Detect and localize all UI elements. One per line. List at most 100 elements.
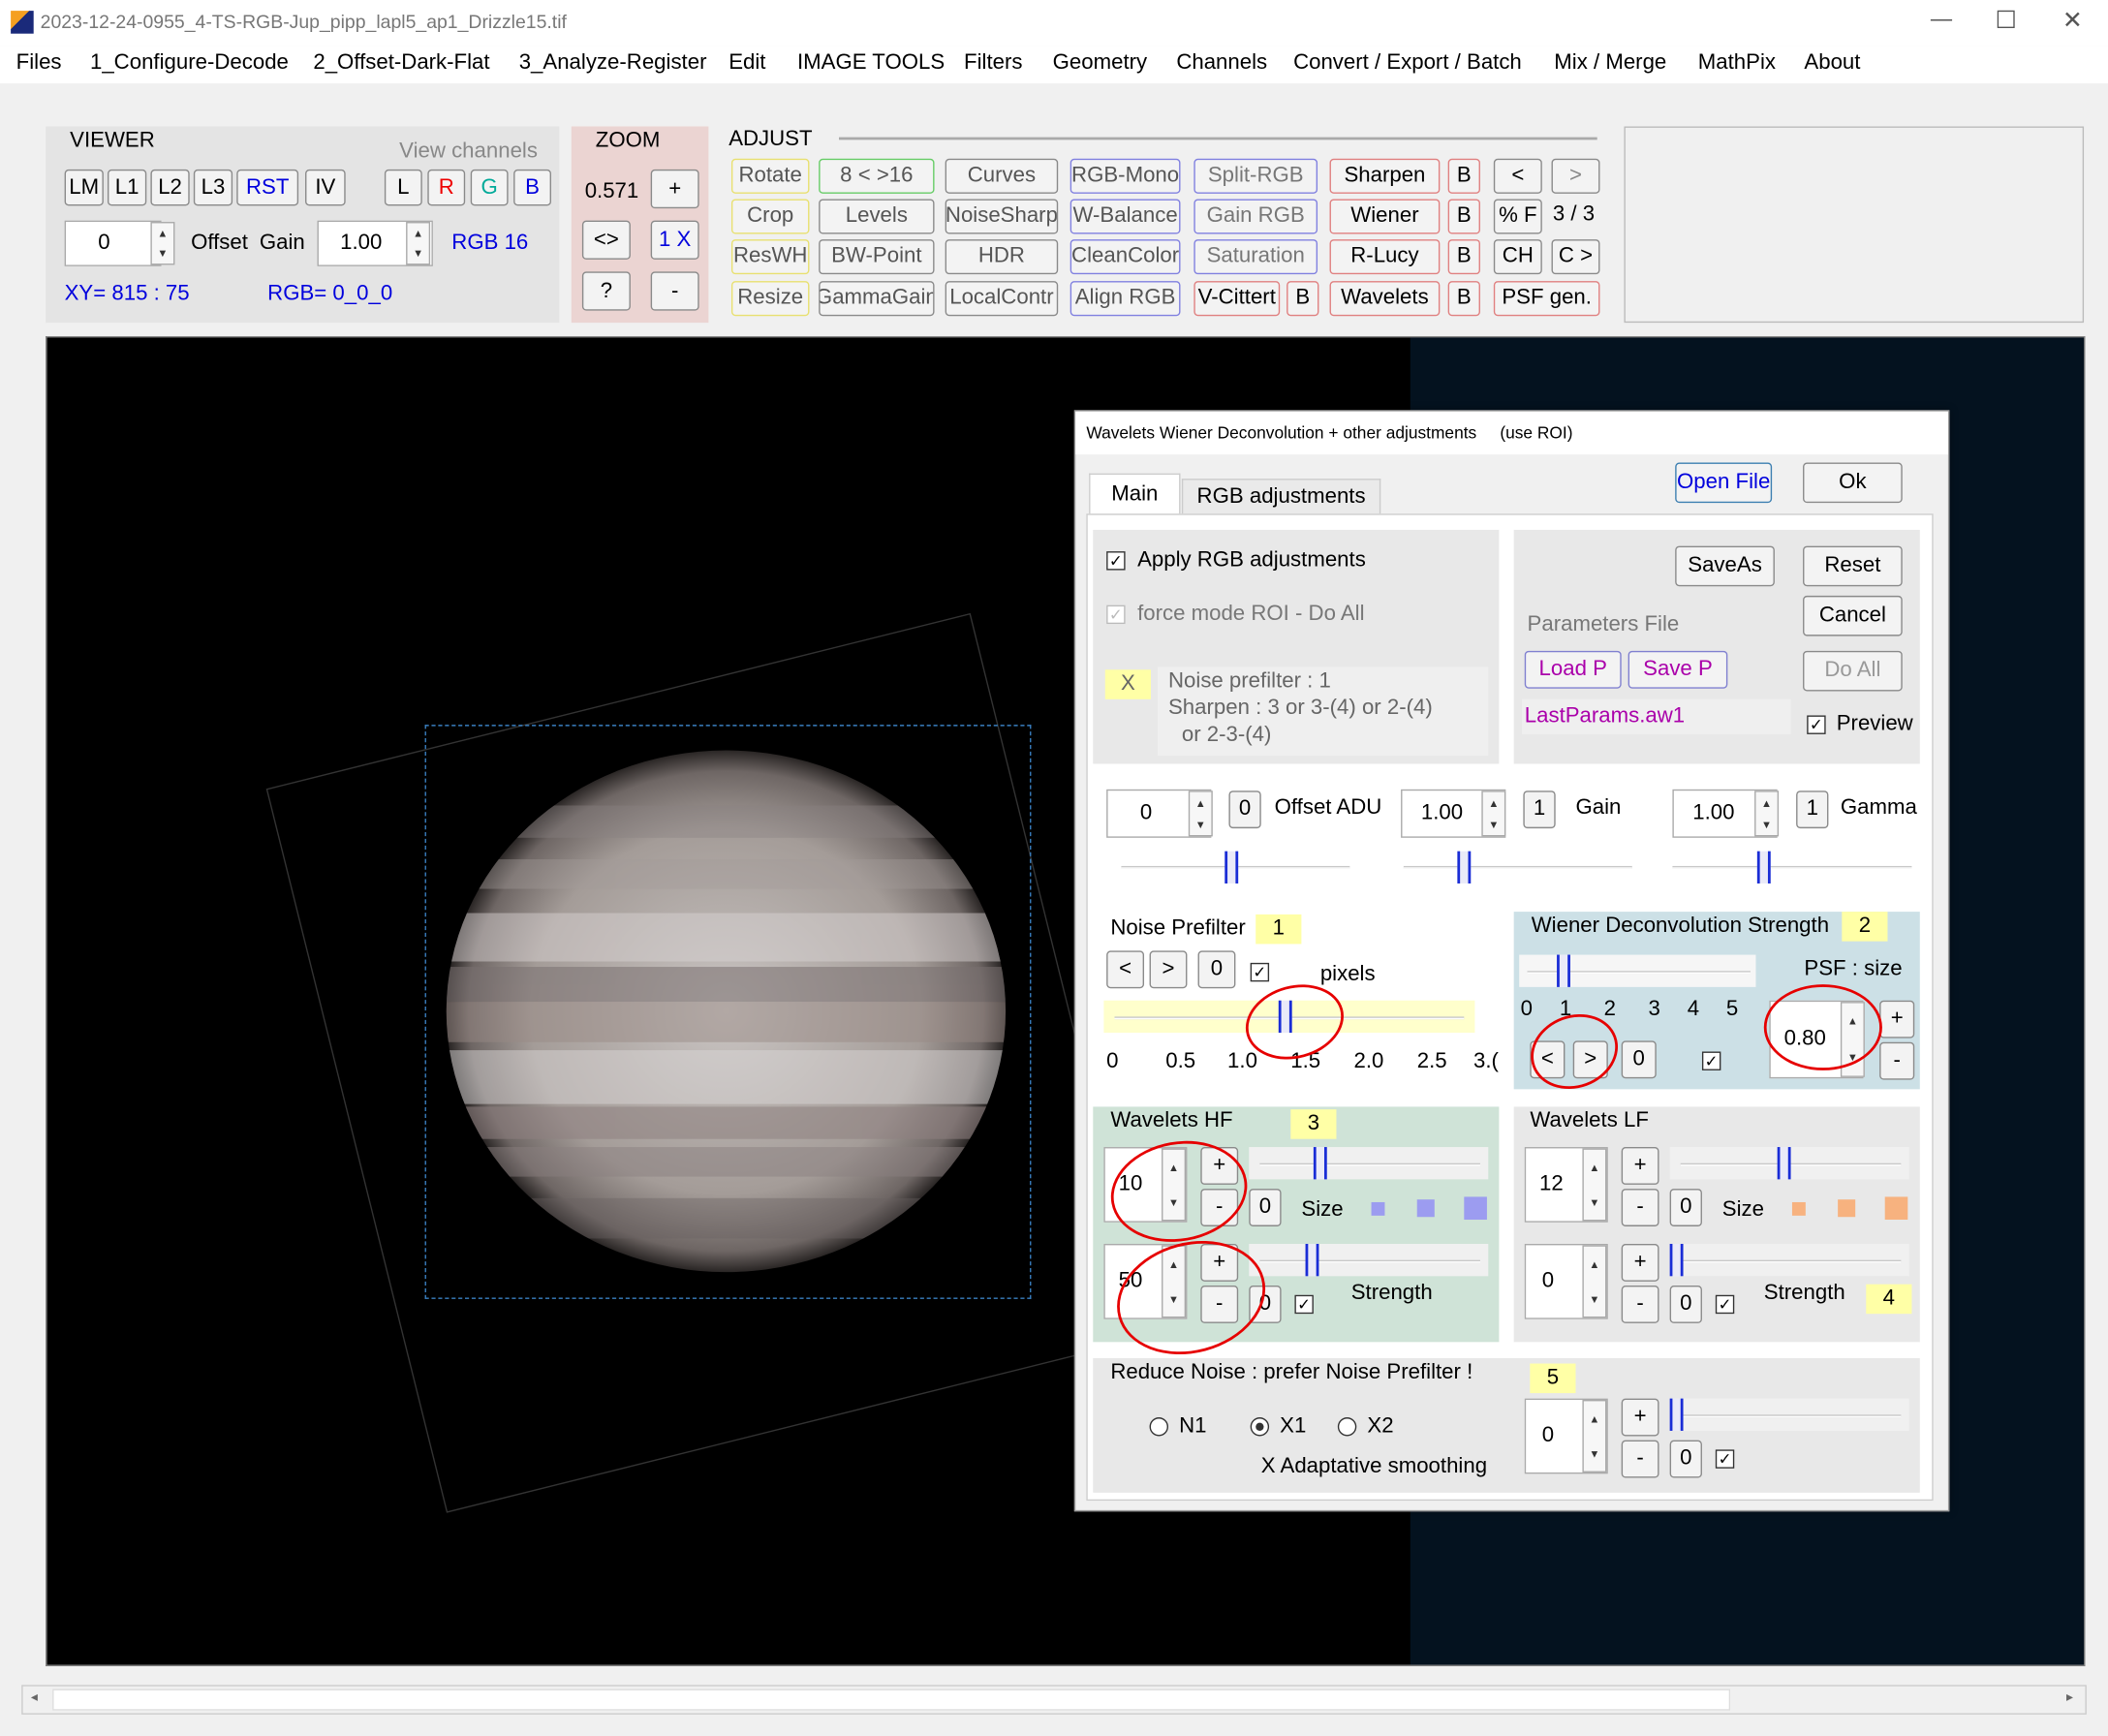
- reset-button[interactable]: Reset: [1803, 545, 1903, 587]
- saturation-button[interactable]: Saturation: [1194, 239, 1318, 275]
- l2-button[interactable]: L2: [150, 169, 190, 206]
- gamma-spinner[interactable]: ▲ ▼: [1754, 790, 1780, 837]
- bw-point-button[interactable]: BW-Point: [819, 239, 935, 275]
- roi-selection[interactable]: [424, 725, 1032, 1299]
- scroll-left-icon[interactable]: ◂: [31, 1690, 38, 1705]
- horizontal-scrollbar[interactable]: ◂ ▸: [21, 1685, 2087, 1715]
- reduce-noise-reset-button[interactable]: 0: [1669, 1440, 1702, 1478]
- channel-l-button[interactable]: L: [384, 169, 422, 206]
- preview-checkbox[interactable]: ✓: [1807, 715, 1826, 734]
- cleancolor-button[interactable]: CleanColor: [1070, 239, 1181, 275]
- resize-button[interactable]: Resize: [730, 281, 810, 317]
- zoom-in-button[interactable]: +: [650, 169, 699, 209]
- force-mode-checkbox[interactable]: ✓: [1106, 604, 1126, 625]
- noise-next-button[interactable]: >: [1149, 950, 1188, 989]
- menu-geometry[interactable]: Geometry: [1053, 51, 1147, 76]
- menu-files[interactable]: Files: [16, 51, 62, 76]
- rst-button[interactable]: RST: [236, 169, 299, 206]
- gain-adj-slider[interactable]: [1403, 865, 1632, 869]
- zoom-1x-button[interactable]: 1 X: [650, 220, 699, 260]
- l3-button[interactable]: L3: [193, 169, 233, 206]
- gain-rgb-button[interactable]: Gain RGB: [1194, 199, 1318, 234]
- minimize-button[interactable]: —: [1931, 8, 1952, 32]
- offset-input[interactable]: 0: [64, 220, 162, 266]
- tab-main[interactable]: Main: [1089, 473, 1181, 514]
- gain-adj-thumb[interactable]: [1457, 851, 1472, 884]
- wavelets-button[interactable]: Wavelets: [1329, 281, 1441, 317]
- reduce-noise-plus-button[interactable]: +: [1621, 1398, 1659, 1437]
- levels-button[interactable]: Levels: [819, 199, 935, 234]
- channel-b-button[interactable]: B: [513, 169, 551, 206]
- align-rgb-button[interactable]: Align RGB: [1070, 281, 1181, 317]
- hf-size-slider[interactable]: [1259, 1162, 1480, 1166]
- noise-enable-checkbox[interactable]: ✓: [1250, 962, 1270, 982]
- open-file-button[interactable]: Open File: [1675, 462, 1773, 504]
- sharpen-button[interactable]: Sharpen: [1329, 158, 1441, 194]
- noise-prev-button[interactable]: <: [1106, 950, 1145, 989]
- localcontr-button[interactable]: LocalContr: [945, 281, 1059, 317]
- lf-strength-minus-button[interactable]: -: [1621, 1286, 1659, 1323]
- lf-strength-reset-button[interactable]: 0: [1669, 1286, 1702, 1323]
- rgb-mode-label[interactable]: RGB 16: [451, 232, 528, 256]
- rotate-button[interactable]: Rotate: [730, 158, 810, 194]
- tab-rgb-adjustments[interactable]: RGB adjustments: [1181, 479, 1381, 514]
- reduce-noise-spinner[interactable]: ▲ ▼: [1582, 1400, 1607, 1472]
- channel-r-button[interactable]: R: [427, 169, 466, 206]
- offset-spinner[interactable]: ▲ ▼: [150, 222, 175, 265]
- lm-button[interactable]: LM: [64, 169, 104, 206]
- ok-button[interactable]: Ok: [1803, 462, 1903, 504]
- apply-rgb-checkbox[interactable]: ✓: [1106, 551, 1126, 571]
- lf-strength-spinner[interactable]: ▲ ▼: [1582, 1245, 1607, 1318]
- zoom-fit-button[interactable]: <>: [581, 220, 631, 260]
- w-balance-button[interactable]: W-Balance: [1070, 199, 1181, 234]
- menu-filters[interactable]: Filters: [964, 51, 1022, 76]
- zoom-help-button[interactable]: ?: [581, 271, 631, 311]
- radio-n1[interactable]: [1149, 1417, 1168, 1437]
- menu-edit[interactable]: Edit: [728, 51, 765, 76]
- wiener-enable-checkbox[interactable]: ✓: [1701, 1051, 1721, 1070]
- reduce-noise-minus-button[interactable]: -: [1621, 1440, 1659, 1478]
- offset-adu-spinner[interactable]: ▲ ▼: [1188, 790, 1213, 837]
- noise-reset-button[interactable]: 0: [1197, 950, 1236, 989]
- lf-size-minus-button[interactable]: -: [1621, 1189, 1659, 1226]
- reswh-button[interactable]: ResWH: [730, 239, 810, 275]
- wiener-thumb[interactable]: [1557, 954, 1570, 987]
- menu-convert-export[interactable]: Convert / Export / Batch: [1293, 51, 1522, 76]
- gain-spinner[interactable]: ▲ ▼: [406, 222, 431, 265]
- noisesharp-button[interactable]: NoiseSharp: [945, 199, 1059, 234]
- r-lucy-button[interactable]: R-Lucy: [1329, 239, 1441, 275]
- c-next-button[interactable]: C >: [1551, 239, 1600, 275]
- wiener-reset-button[interactable]: 0: [1621, 1040, 1657, 1079]
- gamma-thumb[interactable]: [1756, 851, 1771, 884]
- v-citterr-b-button[interactable]: B: [1286, 281, 1319, 317]
- menu-configure-decode[interactable]: 1_Configure-Decode: [90, 51, 289, 76]
- l1-button[interactable]: L1: [108, 169, 147, 206]
- hf-size-thumb[interactable]: [1313, 1147, 1327, 1180]
- hf-strength-slider[interactable]: [1259, 1259, 1480, 1263]
- hf-enable-checkbox[interactable]: ✓: [1294, 1294, 1314, 1315]
- lf-size-spinner[interactable]: ▲ ▼: [1582, 1148, 1607, 1222]
- reduce-noise-checkbox[interactable]: ✓: [1715, 1449, 1735, 1469]
- lf-size-plus-button[interactable]: +: [1621, 1147, 1659, 1185]
- ch-button[interactable]: CH: [1493, 239, 1542, 275]
- offset-adu-reset[interactable]: 0: [1228, 790, 1261, 829]
- menu-mix-merge[interactable]: Mix / Merge: [1554, 51, 1666, 76]
- wiener-b-button[interactable]: B: [1447, 199, 1480, 234]
- reduce-noise-thumb[interactable]: [1669, 1398, 1684, 1431]
- save-params-button[interactable]: Save P: [1628, 650, 1728, 689]
- split-rgb-button[interactable]: Split-RGB: [1194, 158, 1318, 194]
- menu-channels[interactable]: Channels: [1176, 51, 1267, 76]
- lf-enable-checkbox[interactable]: ✓: [1715, 1294, 1735, 1315]
- prev-button[interactable]: <: [1493, 158, 1542, 194]
- bit-depth-button[interactable]: 8 < >16: [819, 158, 935, 194]
- cancel-button[interactable]: Cancel: [1803, 595, 1903, 636]
- lf-size-reset-button[interactable]: 0: [1669, 1189, 1702, 1226]
- gammagain-button[interactable]: GammaGain: [819, 281, 935, 317]
- wavelets-b-button[interactable]: B: [1447, 281, 1480, 317]
- curves-button[interactable]: Curves: [945, 158, 1059, 194]
- close-button[interactable]: ✕: [2062, 7, 2083, 35]
- rgb-mono-button[interactable]: RGB-Mono: [1070, 158, 1181, 194]
- next-button[interactable]: >: [1551, 158, 1600, 194]
- radio-x2[interactable]: [1337, 1417, 1357, 1437]
- scroll-right-icon[interactable]: ▸: [2066, 1690, 2073, 1705]
